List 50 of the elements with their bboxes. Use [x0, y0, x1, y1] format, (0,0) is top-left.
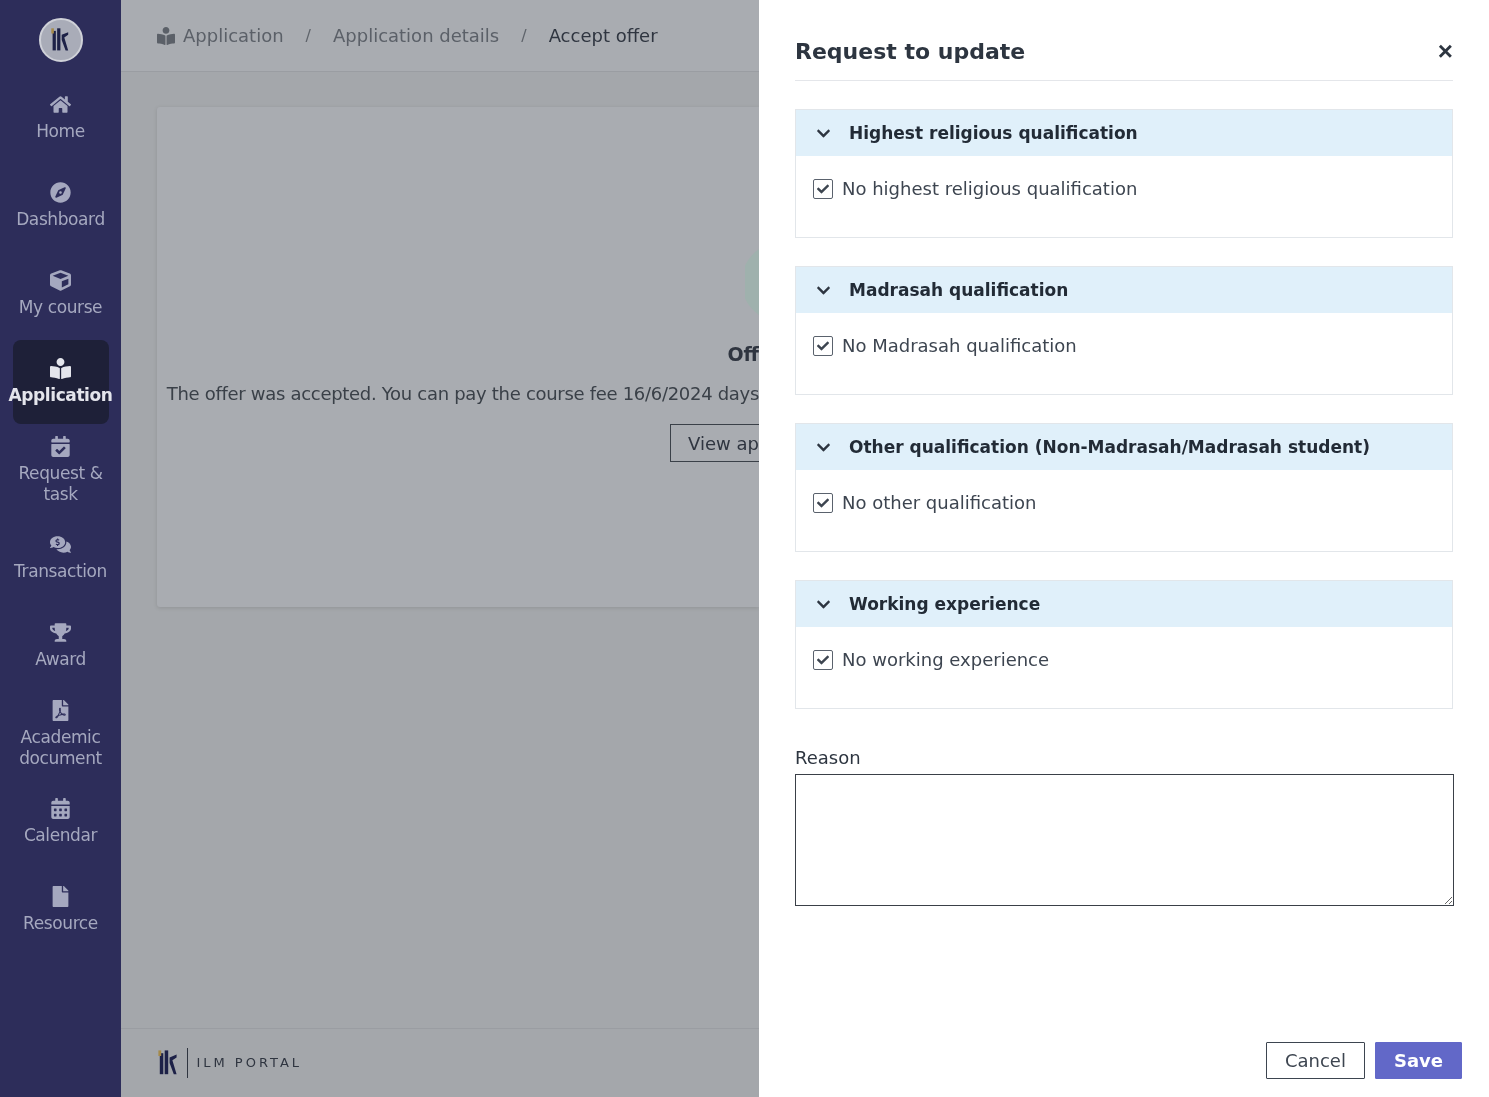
breadcrumb-link[interactable]: Accept offer [548, 25, 658, 46]
checkbox[interactable] [813, 649, 833, 670]
offer-title: Off [727, 343, 759, 365]
check-icon [817, 182, 829, 195]
checkbox-option[interactable]: No working experience [813, 649, 1452, 670]
reason-field[interactable] [795, 774, 1454, 906]
checkbox-option[interactable]: No highest religious qualification [813, 178, 1452, 199]
logo[interactable] [38, 18, 83, 62]
compass-icon [50, 182, 71, 203]
reader-icon [50, 358, 71, 379]
brand-name: ILM PORTAL [187, 1048, 303, 1078]
calendar-icon [50, 798, 71, 819]
section-header[interactable]: Working experience [796, 581, 1452, 627]
breadcrumb-separator: / [305, 26, 311, 45]
checkbox-option[interactable]: No Madrasah qualification [813, 335, 1452, 356]
section-header[interactable]: Highest religious qualification [796, 110, 1452, 156]
checkbox[interactable] [813, 335, 833, 356]
breadcrumb-separator: / [521, 26, 527, 45]
sidebar-item[interactable]: Request & task [12, 428, 109, 512]
cancel-button[interactable]: Cancel [1265, 1042, 1365, 1079]
save-button[interactable]: Save [1374, 1042, 1462, 1079]
calendar-check-icon [50, 435, 71, 457]
portal-logo [157, 1049, 180, 1077]
section-header[interactable]: Other qualification (Non-Madrasah/Madrasah student) [796, 424, 1452, 470]
sidebar-item[interactable]: Dashboard [12, 164, 109, 248]
cube-icon [50, 270, 71, 291]
section-header[interactable]: Madrasah qualification [796, 267, 1452, 313]
sidebar-item[interactable]: My course [12, 252, 109, 336]
offer-message: The offer was accepted. You can pay the course fee 16/6/2024 days [166, 383, 759, 404]
drawer-title: Request to update [795, 38, 1026, 64]
checkbox-option[interactable]: No other qualification [813, 492, 1452, 513]
sidebar-item[interactable]: Academic document [12, 692, 109, 776]
trophy-icon [50, 622, 71, 643]
check-icon [817, 339, 829, 352]
home-icon [50, 94, 71, 115]
check-icon [817, 653, 829, 666]
close-button[interactable]: × [1437, 38, 1453, 64]
chat-dollar-icon [50, 534, 71, 555]
sidebar-item[interactable]: Transaction [12, 516, 109, 600]
sidebar-item[interactable]: Award [12, 604, 109, 688]
reader-icon [157, 26, 175, 45]
sidebar-item[interactable]: Home [12, 76, 109, 160]
file-icon [50, 886, 71, 907]
reason-label: Reason [795, 747, 862, 768]
check-icon [817, 496, 829, 509]
checkbox[interactable] [813, 178, 833, 199]
checkbox[interactable] [813, 492, 833, 513]
sidebar-item[interactable]: Resource [12, 868, 109, 952]
sidebar-item[interactable]: Calendar [12, 780, 109, 864]
pdf-file-icon [50, 699, 71, 721]
